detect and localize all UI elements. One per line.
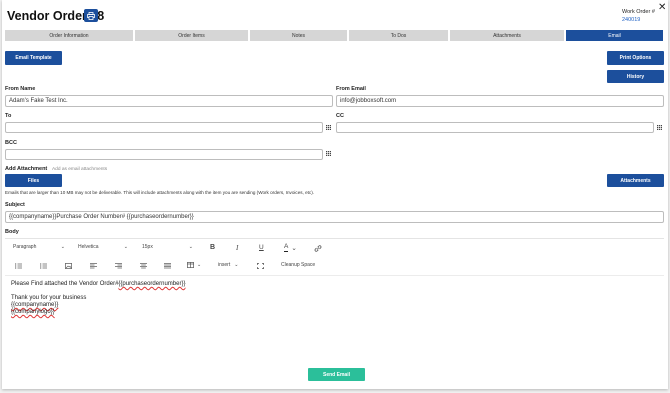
align-justify-icon[interactable] <box>164 263 171 269</box>
subject-label: Subject <box>5 202 25 208</box>
close-icon[interactable]: ✕ <box>658 3 666 13</box>
chevron-down-icon: ⌄ <box>188 244 193 250</box>
align-left-icon[interactable] <box>90 263 97 269</box>
chevron-down-icon: ⌄ <box>123 244 128 250</box>
font-family-value: Helvetica <box>78 244 99 250</box>
email-template-button[interactable]: Email Template <box>5 51 62 65</box>
insert-menu[interactable]: insert ⌄ <box>218 262 238 268</box>
to-label: To <box>5 113 12 119</box>
font-size-value: 15px <box>142 244 153 250</box>
chevron-down-icon: ⌄ <box>60 244 65 250</box>
italic-icon[interactable]: I <box>236 244 238 252</box>
tab-attachments[interactable]: Attachments <box>450 30 564 41</box>
from-email-label: From Email <box>336 86 366 92</box>
font-family-select[interactable]: Helvetica ⌄ <box>78 244 128 250</box>
cleanup-space-button[interactable]: Cleanup Space <box>281 262 315 268</box>
cc-label: CC <box>336 113 344 119</box>
work-order-link[interactable]: 240019 <box>622 17 640 23</box>
from-email-field[interactable]: info@jobboxsoft.com <box>336 95 664 107</box>
font-size-select[interactable]: 15px ⌄ <box>142 244 193 250</box>
body-line-1: Please Find attached the Vendor Order#{{… <box>11 281 651 288</box>
to-field[interactable] <box>5 122 323 133</box>
print-button[interactable] <box>84 9 98 22</box>
bold-icon[interactable]: B <box>210 244 215 251</box>
add-attachment-label: Add Attachment <box>5 166 48 172</box>
body-line-1-text: Please Find attached the Vendor Order# <box>11 281 119 287</box>
purchase-order-tag: {{purchaseordernumber}} <box>118 281 186 287</box>
subject-field[interactable]: {{companyname}}Purchase Order Number# {{… <box>5 211 664 223</box>
font-color-picker[interactable]: A ⌄ <box>284 243 297 252</box>
font-color-icon: A <box>284 243 289 252</box>
tab-notes[interactable]: Notes <box>250 30 347 41</box>
send-email-button[interactable]: Send Email <box>308 368 365 381</box>
insert-menu-label: insert <box>218 262 231 268</box>
tab-email[interactable]: Email <box>566 30 663 41</box>
tab-to-dos[interactable]: To Dos <box>349 30 448 41</box>
editor-content[interactable]: Please Find attached the Vendor Order#{{… <box>11 281 651 316</box>
bullet-list-icon[interactable] <box>40 263 47 269</box>
body-label: Body <box>5 229 19 235</box>
block-format-value: Paragraph <box>13 244 37 250</box>
fullscreen-icon[interactable] <box>257 263 264 269</box>
add-attachment-heading: Add Attachment Add as email attachments <box>5 166 107 172</box>
image-icon[interactable] <box>65 263 72 269</box>
rich-text-editor: Paragraph ⌄ Helvetica ⌄ 15px ⌄ B I U A ⌄ <box>5 238 664 358</box>
print-options-button[interactable]: Print Options <box>607 51 664 65</box>
attachments-button[interactable]: Attachments <box>607 174 664 187</box>
attachment-size-note: Emails that are larger than 10 MB may no… <box>5 190 315 195</box>
chevron-down-icon: ⌄ <box>234 262 239 268</box>
work-order-label: Work Order # <box>622 9 655 15</box>
tab-bar: Order Information Order Items Notes To D… <box>5 30 669 41</box>
contact-picker-icon[interactable] <box>326 151 331 156</box>
cc-field[interactable] <box>336 122 654 133</box>
body-line-2: Thank you for your business <box>11 295 87 301</box>
chevron-down-icon: ⌄ <box>291 245 297 252</box>
link-icon[interactable] <box>314 245 322 252</box>
align-center-icon[interactable] <box>140 263 147 269</box>
chevron-down-icon: ⌄ <box>197 262 202 268</box>
tab-order-items[interactable]: Order Items <box>135 30 248 41</box>
printer-icon <box>87 11 95 20</box>
tab-order-information[interactable]: Order Information <box>5 30 133 41</box>
vendor-order-panel: Vendor Order #8 Work Order # 240019 ✕ Or… <box>2 0 668 389</box>
company-logo-tag: {{companylogo}} <box>11 309 55 315</box>
align-right-icon[interactable] <box>115 263 122 269</box>
table-picker[interactable]: ⌄ <box>187 262 201 268</box>
from-name-label: From Name <box>5 86 36 92</box>
add-attachment-hint: Add as email attachments <box>51 167 108 172</box>
bcc-label: BCC <box>5 140 17 146</box>
block-format-select[interactable]: Paragraph ⌄ <box>13 244 65 250</box>
company-name-tag: {{companyname}} <box>11 302 59 308</box>
history-button[interactable]: History <box>607 70 664 83</box>
toolbar-divider <box>5 275 664 276</box>
table-icon <box>187 262 194 268</box>
contact-picker-icon[interactable] <box>657 125 662 130</box>
from-name-field[interactable]: Adam's Fake Test Inc. <box>5 95 333 107</box>
contact-picker-icon[interactable] <box>326 125 331 130</box>
files-button[interactable]: Files <box>5 174 62 187</box>
ordered-list-icon[interactable] <box>15 263 22 269</box>
bcc-field[interactable] <box>5 149 323 160</box>
underline-icon[interactable]: U <box>259 244 264 251</box>
